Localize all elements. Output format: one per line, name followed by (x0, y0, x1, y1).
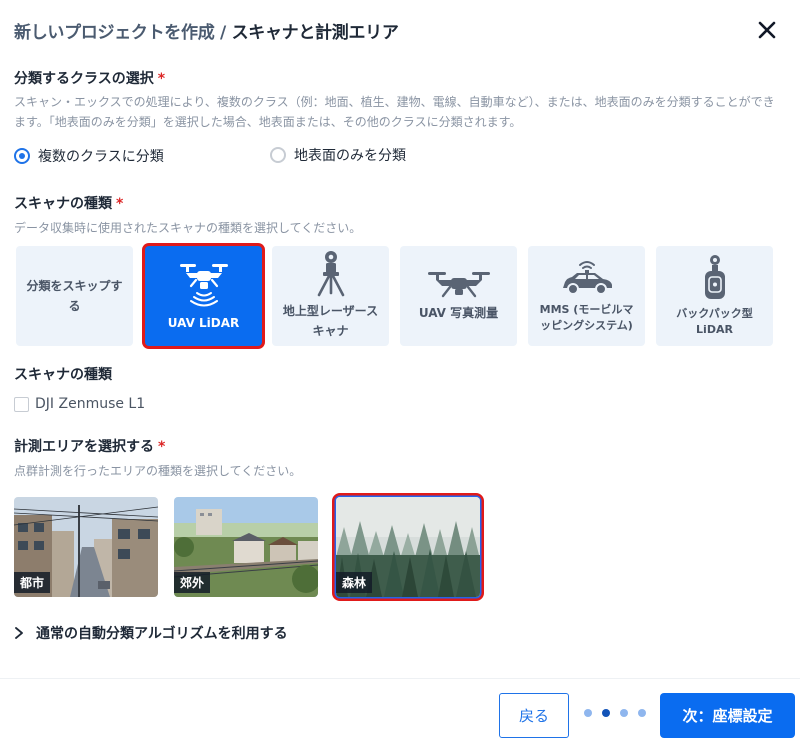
radio-label: 複数のクラスに分類 (38, 149, 164, 165)
radio-dot (14, 148, 30, 164)
tile-label: バックパック型LiDAR (676, 307, 753, 336)
footer-divider (0, 678, 800, 679)
tile-label: 地上型レーザースキャナ (282, 304, 379, 338)
tripod-scanner-icon (317, 251, 344, 297)
area-heading: 計測エリアを選択する * (14, 436, 165, 456)
tile-uav-lidar[interactable]: UAV LiDAR (145, 246, 262, 346)
required-mark: * (157, 71, 166, 87)
drone-lidar-icon (179, 264, 228, 307)
backpack-scanner-icon (704, 255, 725, 299)
scanner-type-description: データ収集時に使用されたスキャナの種類を選択してください。 (14, 221, 362, 235)
area-option-suburb[interactable]: 郊外 (174, 497, 318, 597)
car-scanner-icon (562, 261, 612, 295)
radio-label: 地表面のみを分類 (294, 148, 406, 164)
required-mark: * (116, 196, 124, 212)
dialog-title: 新しいプロジェクトを作成 / スキャナと計測エリア (14, 18, 399, 43)
area-option-urban[interactable]: 都市 (14, 497, 158, 597)
area-description: 点群計測を行ったエリアの種類を選択してください。 (14, 464, 302, 478)
scanner-type-heading: スキャナの種類 * (14, 193, 123, 213)
tile-label: MMS (モービルマッピングシステム) (539, 303, 634, 332)
tile-label: 分類をスキップする (26, 279, 123, 313)
classes-description: スキャン・エックスでの処理により、複数のクラス（例：地面、植生、建物、電線、自動… (14, 95, 775, 129)
checkbox-label: DJI Zenmuse L1 (35, 396, 146, 412)
title-step: スキャナと計測エリア (231, 22, 399, 43)
radio-dot (270, 147, 286, 163)
tile-terrestrial-scanner[interactable]: 地上型レーザースキャナ (272, 246, 389, 346)
back-button[interactable]: 戻る (499, 693, 569, 738)
advanced-options-label: 通常の自動分類アルゴリズムを利用する (36, 626, 288, 642)
step-indicator (584, 709, 656, 717)
area-option-forest[interactable]: 森林 (336, 497, 480, 597)
step-dot (584, 709, 592, 717)
next-button[interactable]: 次：座標設定 (660, 693, 795, 738)
tile-uav-photogrammetry[interactable]: UAV 写真測量 (400, 246, 517, 346)
tile-label: UAV LiDAR (167, 316, 240, 330)
chevron-right-icon (15, 627, 23, 639)
classes-heading-text: 分類するクラスの選択 (14, 71, 154, 87)
tile-backpack-lidar[interactable]: バックパック型LiDAR (656, 246, 773, 346)
advanced-options-toggle[interactable]: 通常の自動分類アルゴリズムを利用する (14, 623, 288, 643)
close-icon (758, 21, 776, 39)
scanner-type-heading-text: スキャナの種類 (14, 196, 112, 212)
area-tag: 森林 (336, 572, 373, 593)
close-button[interactable] (754, 17, 780, 43)
title-prefix: 新しいプロジェクトを作成 / (14, 22, 226, 43)
area-tag: 都市 (14, 572, 51, 593)
tile-skip-classification[interactable]: 分類をスキップする (16, 246, 133, 346)
area-tag: 郊外 (174, 572, 211, 593)
step-dot-current (602, 709, 610, 717)
radio-ground-only[interactable]: 地表面のみを分類 (270, 145, 406, 165)
step-dot (638, 709, 646, 717)
step-dot (620, 709, 628, 717)
dialog-header: 新しいプロジェクトを作成 / スキャナと計測エリア (14, 14, 786, 46)
classes-heading: 分類するクラスの選択 * (14, 68, 165, 88)
area-heading-text: 計測エリアを選択する (14, 439, 154, 455)
scanner-model-checkbox[interactable]: DJI Zenmuse L1 (14, 396, 145, 412)
checkbox-box (14, 396, 29, 412)
scanner-model-heading: スキャナの種類 (14, 367, 112, 383)
tile-label: UAV 写真測量 (418, 306, 499, 320)
tile-mobile-mapping[interactable]: MMS (モービルマッピングシステム) (528, 246, 645, 346)
drone-icon (427, 272, 490, 298)
classification-radio-group: 複数のクラスに分類 地表面のみを分類 (14, 145, 406, 167)
required-mark: * (158, 439, 166, 455)
radio-multiple-classes[interactable]: 複数のクラスに分類 (14, 146, 164, 166)
